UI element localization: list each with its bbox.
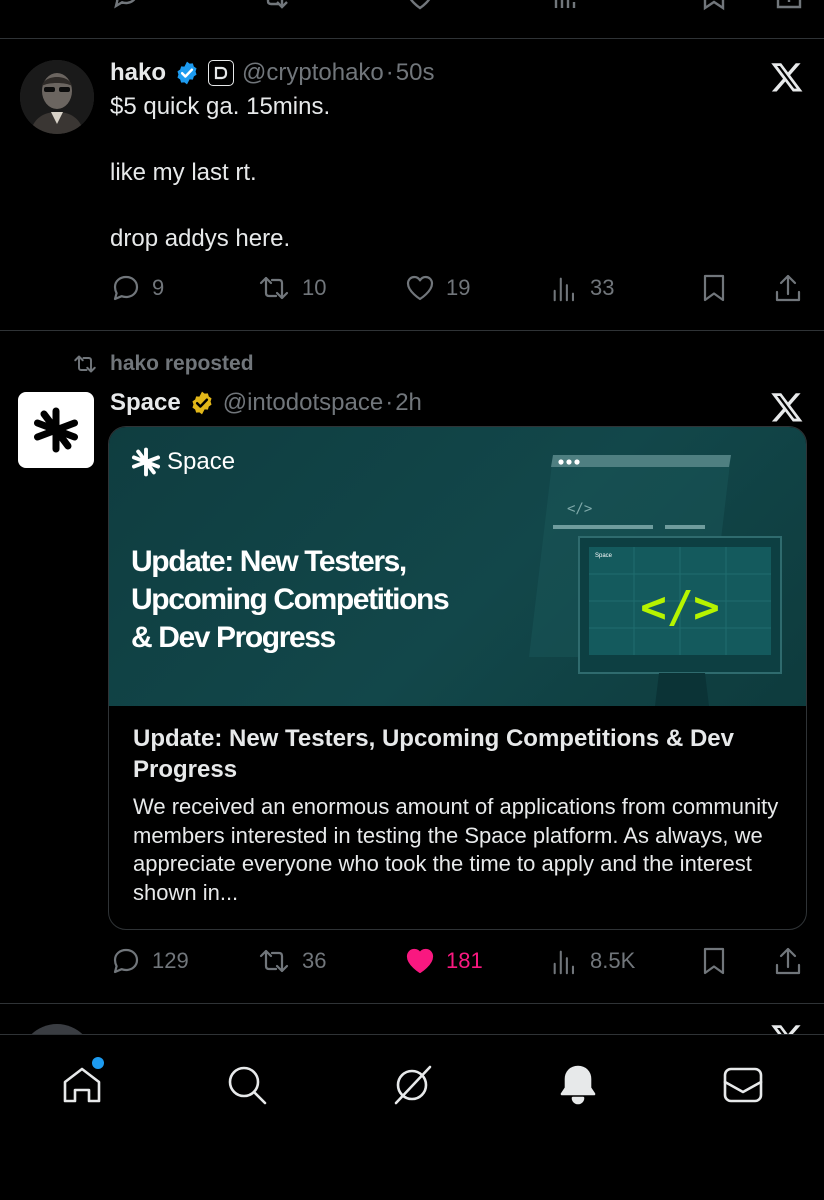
tweet-header: Space @intodotspace · 2h	[110, 388, 422, 418]
view-count: 8.5K	[590, 948, 636, 973]
tweet-header: hako @cryptohako · 50s	[110, 58, 434, 88]
x-logo-icon[interactable]	[770, 390, 804, 424]
tweet-text: $5 quick ga. 15mins. like my last rt. dr…	[110, 90, 750, 255]
bell-icon	[560, 1065, 596, 1105]
timestamp[interactable]: 2h	[395, 389, 422, 417]
like-icon[interactable]	[404, 0, 436, 12]
verified-org-badge-icon	[192, 391, 212, 415]
display-name[interactable]: hako	[110, 59, 166, 87]
repost-count: 10	[302, 275, 327, 300]
x-logo-icon[interactable]	[770, 60, 804, 94]
nav-messages[interactable]	[721, 1063, 765, 1112]
svg-text:</>: </>	[567, 501, 592, 517]
repost-icon[interactable]	[258, 0, 292, 12]
link-card[interactable]: Space Update: New Testers, Upcoming Comp…	[108, 426, 807, 930]
reply-icon	[113, 275, 139, 301]
nav-notifications[interactable]	[556, 1063, 600, 1112]
tweet-line: like my last rt.	[110, 159, 257, 186]
analytics-icon	[553, 950, 574, 975]
bookmark-icon[interactable]	[700, 0, 728, 12]
nav-grok[interactable]	[390, 1063, 434, 1112]
share-icon	[775, 274, 801, 302]
repost-button[interactable]: 10	[256, 272, 326, 304]
reply-icon	[113, 948, 139, 974]
headline-line: Update: New Testers,	[131, 545, 407, 578]
repost-icon	[259, 949, 289, 973]
display-name[interactable]: Space	[110, 389, 181, 417]
avatar[interactable]	[20, 60, 94, 134]
reply-count: 9	[152, 275, 165, 300]
like-button[interactable]: 181	[404, 945, 483, 977]
code-symbol: </>	[640, 582, 719, 633]
headline-line: Upcoming Competitions	[131, 583, 450, 616]
nav-search[interactable]	[225, 1063, 269, 1112]
space-logo-icon	[34, 407, 78, 453]
share-button[interactable]	[772, 945, 804, 977]
handle[interactable]: @cryptohako	[242, 59, 384, 87]
affiliate-badge-icon	[208, 60, 235, 86]
search-icon	[228, 1066, 267, 1105]
repost-icon	[259, 276, 289, 300]
heart-filled-icon	[406, 948, 434, 974]
view-count: 33	[590, 275, 615, 300]
avatar[interactable]	[18, 392, 94, 468]
repost-button[interactable]: 36	[256, 945, 326, 977]
card-title: Update: New Testers, Upcoming Competitio…	[133, 725, 734, 783]
like-count: 181	[446, 948, 483, 973]
nav-home[interactable]	[60, 1057, 104, 1112]
card-brand-label: Space	[167, 448, 236, 475]
views-icon[interactable]	[552, 0, 580, 12]
profile-photo	[20, 60, 94, 134]
x-logo-icon[interactable]	[770, 1022, 804, 1034]
timestamp[interactable]: 50s	[396, 59, 435, 87]
headline-line: & Dev Progress	[131, 621, 336, 654]
bookmark-button[interactable]	[698, 272, 730, 304]
mail-icon	[723, 1067, 763, 1103]
code-monitor-illustration: </> Space </>	[529, 455, 782, 706]
previous-tweet-actions	[0, 0, 824, 14]
views-button[interactable]: 33	[550, 272, 614, 304]
card-description: We received an enormous amount of applic…	[133, 794, 779, 905]
bookmark-icon	[703, 947, 725, 975]
verified-badge-icon	[177, 61, 197, 85]
like-button[interactable]: 19	[404, 272, 470, 304]
bottom-navigation	[0, 1034, 824, 1200]
repost-icon	[74, 355, 96, 373]
home-icon	[63, 1067, 101, 1103]
separator-dot: ·	[385, 59, 394, 86]
views-button[interactable]: 8.5K	[550, 945, 635, 977]
handle[interactable]: @intodotspace	[223, 389, 383, 417]
card-image: Space Update: New Testers, Upcoming Comp…	[109, 427, 806, 706]
avatar[interactable]	[20, 1024, 94, 1034]
card-image-headline: Update: New Testers, Upcoming Competitio…	[131, 543, 531, 657]
repost-notice-text: hako reposted	[110, 352, 254, 375]
heart-icon	[406, 275, 434, 301]
separator-dot: ·	[385, 389, 394, 416]
repost-count: 36	[302, 948, 327, 973]
repost-notice[interactable]: hako reposted	[72, 352, 254, 376]
mini-brand-label: Space	[595, 553, 613, 559]
tweet-line: $5 quick ga. 15mins.	[110, 93, 331, 120]
tweet-line: drop addys here.	[110, 225, 291, 252]
bookmark-icon	[703, 274, 725, 302]
share-icon[interactable]	[774, 0, 804, 12]
divider	[0, 330, 824, 331]
like-count: 19	[446, 275, 471, 300]
notification-dot	[92, 1057, 104, 1069]
grok-icon	[394, 1065, 432, 1105]
share-button[interactable]	[772, 272, 804, 304]
bookmark-button[interactable]	[698, 945, 730, 977]
share-icon	[775, 947, 801, 975]
reply-icon[interactable]	[110, 0, 142, 12]
reply-button[interactable]: 9	[110, 272, 164, 304]
divider	[0, 38, 824, 39]
card-brand: Space	[131, 447, 235, 477]
analytics-icon	[553, 277, 574, 302]
reply-button[interactable]: 129	[110, 945, 189, 977]
next-tweet-partial	[0, 1004, 824, 1034]
space-logo-icon	[131, 447, 161, 477]
reply-count: 129	[152, 948, 189, 973]
